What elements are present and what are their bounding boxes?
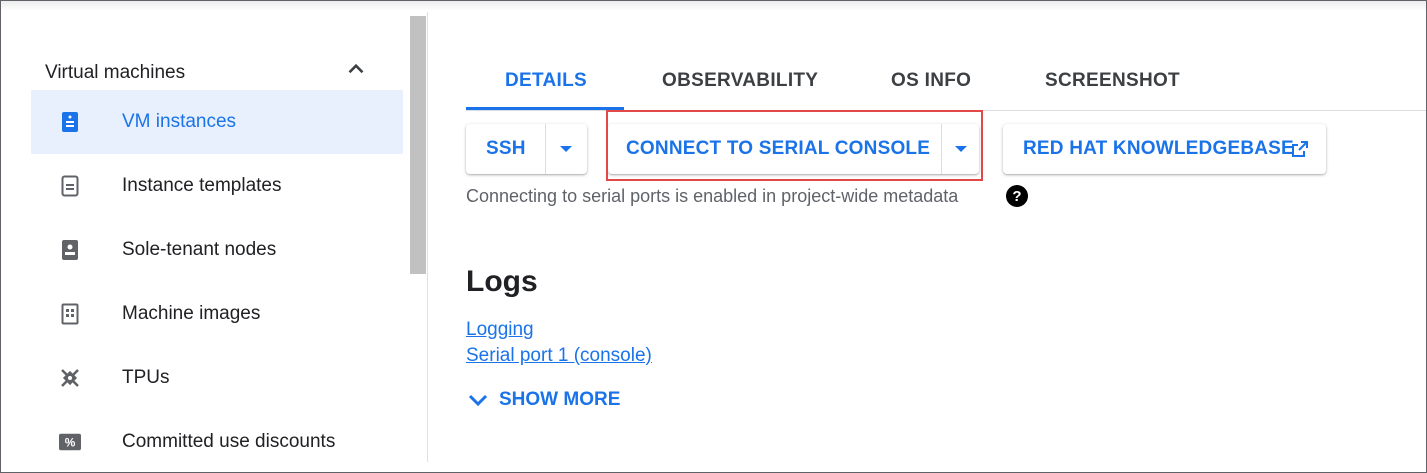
svg-text:%: % [65,436,76,450]
instance-template-icon [59,175,81,197]
serial-port-1-link[interactable]: Serial port 1 (console) [466,345,652,367]
show-more-button[interactable]: SHOW MORE [466,388,620,412]
chevron-up-icon[interactable] [343,56,369,82]
machine-image-icon [59,303,81,325]
sidebar-item-label: Machine images [122,303,261,324]
tab-details[interactable]: DETAILS [505,70,587,92]
highlight-box [606,110,983,181]
sidebar-group-label: Virtual machines [45,62,186,83]
sidebar-item-label: Instance templates [122,175,282,196]
knowledgebase-label: RED HAT KNOWLEDGEBASE [1023,138,1294,159]
serial-ports-note: Connecting to serial ports is enabled in… [466,186,959,206]
sidebar-item-label: Committed use discounts [122,431,336,452]
sole-tenant-node-icon [59,239,81,261]
show-more-label: SHOW MORE [499,389,621,410]
sidebar: Virtual machines VM instances Instance t… [1,12,428,462]
help-icon[interactable]: ? [1006,185,1028,207]
active-tab-indicator [466,107,624,110]
main-content: DETAILS OBSERVABILITY OS INFO SCREENSHOT… [428,12,1426,462]
percent-discount-icon: % [59,431,81,453]
tab-observability[interactable]: OBSERVABILITY [662,70,818,92]
tab-screenshot[interactable]: SCREENSHOT [1045,70,1180,92]
vm-instance-icon [59,111,81,133]
logging-link[interactable]: Logging [466,319,534,341]
ssh-split-button: SSH [466,124,587,174]
sidebar-scrollbar[interactable] [410,16,426,274]
sidebar-item-committed-use-discounts[interactable]: % Committed use discounts [31,410,403,462]
open-in-new-icon [1292,141,1308,157]
sidebar-item-tpus[interactable]: TPUs [31,346,403,410]
red-hat-knowledgebase-button[interactable]: RED HAT KNOWLEDGEBASE [1003,124,1326,174]
sidebar-item-machine-images[interactable]: Machine images [31,282,403,346]
sidebar-item-instance-templates[interactable]: Instance templates [31,154,403,218]
tab-bar: DETAILS OBSERVABILITY OS INFO SCREENSHOT [466,52,1426,111]
top-shadow [1,1,1426,11]
sidebar-item-vm-instances[interactable]: VM instances [31,90,403,154]
sidebar-item-sole-tenant-nodes[interactable]: Sole-tenant nodes [31,218,403,282]
sidebar-item-label: VM instances [122,111,237,132]
caret-down-icon [560,146,572,152]
tpu-icon [59,367,81,389]
ssh-dropdown-button[interactable] [546,124,587,174]
ssh-button[interactable]: SSH [486,138,526,160]
sidebar-item-label: TPUs [122,367,170,388]
chevron-down-icon [468,394,488,407]
tab-os-info[interactable]: OS INFO [891,70,971,92]
logs-heading: Logs [466,265,538,298]
sidebar-item-label: Sole-tenant nodes [122,239,277,260]
